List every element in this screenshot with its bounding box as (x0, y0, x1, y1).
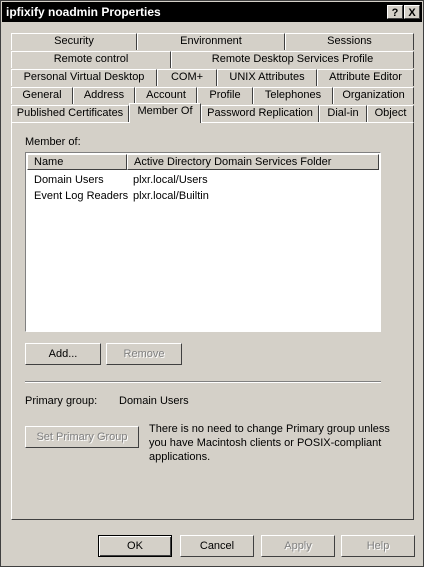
tab-label: Sessions (327, 35, 372, 47)
help-title-button[interactable]: ? (387, 5, 403, 19)
tab-attribute-editor[interactable]: Attribute Editor (317, 69, 414, 86)
primary-group-label: Primary group: (25, 395, 98, 407)
cancel-button[interactable]: Cancel (180, 535, 254, 557)
member-of-list[interactable]: Name Active Directory Domain Services Fo… (25, 152, 381, 332)
tab-label: Telephones (264, 89, 322, 101)
tab-label: Personal Virtual Desktop (23, 71, 145, 83)
tab-environment[interactable]: Environment (137, 33, 285, 50)
tab-label: Member Of (137, 105, 193, 117)
tab-telephones[interactable]: Telephones (253, 87, 333, 104)
tab-security[interactable]: Security (11, 33, 137, 50)
tab-organization[interactable]: Organization (333, 87, 414, 104)
group-folder: plxr.local/Users (133, 174, 208, 186)
tab-object[interactable]: Object (367, 105, 414, 122)
window-title: ipfixify noadmin Properties (6, 5, 161, 19)
primary-group-note-line1: There is no need to change Primary group… (149, 423, 390, 435)
list-item[interactable]: Domain Users plxr.local/Users (28, 173, 380, 189)
question-icon: ? (391, 7, 399, 19)
tab-label: UNIX Attributes (229, 71, 305, 83)
tab-label: Attribute Editor (329, 71, 402, 83)
tab-member-of[interactable]: Member Of (129, 103, 201, 123)
tab-sessions[interactable]: Sessions (285, 33, 414, 50)
tab-label: Environment (180, 35, 242, 47)
member-of-label: Member of: (25, 136, 81, 148)
column-header-folder[interactable]: Active Directory Domain Services Folder (127, 154, 379, 170)
tab-label: Address (83, 89, 125, 101)
tab-general[interactable]: General (11, 87, 73, 104)
tab-remote-desktop-services-profile[interactable]: Remote Desktop Services Profile (171, 51, 414, 68)
group-name: Domain Users (34, 174, 104, 186)
tab-label: Remote Desktop Services Profile (211, 53, 374, 65)
close-title-button[interactable]: X (404, 5, 420, 19)
add-button[interactable]: Add... (25, 343, 101, 365)
tab-profile[interactable]: Profile (197, 87, 253, 104)
tab-label: Security (54, 35, 94, 47)
primary-group-note-line3: applications. (149, 451, 211, 463)
properties-window: ipfixify noadmin Properties ? X Security… (0, 0, 424, 567)
primary-group-note-line2: you have Macintosh clients or POSIX-comp… (149, 437, 382, 449)
title-bar: ipfixify noadmin Properties ? X (2, 2, 422, 22)
tab-unix-attributes[interactable]: UNIX Attributes (217, 69, 317, 86)
column-header-label: Active Directory Domain Services Folder (134, 156, 332, 168)
divider (25, 381, 381, 383)
tab-personal-virtual-desktop[interactable]: Personal Virtual Desktop (11, 69, 157, 86)
close-icon: X (408, 7, 416, 19)
tab-address[interactable]: Address (73, 87, 135, 104)
tab-label: Organization (342, 89, 405, 101)
ok-button[interactable]: OK (98, 535, 172, 557)
column-header-name[interactable]: Name (27, 154, 127, 170)
tab-label: Password Replication (207, 107, 313, 119)
tab-published-certificates[interactable]: Published Certificates (11, 105, 129, 122)
list-item[interactable]: Event Log Readers plxr.local/Builtin (28, 189, 380, 205)
tab-label: Published Certificates (16, 107, 124, 119)
column-header-label: Name (34, 156, 64, 168)
tab-label: COM+ (170, 71, 204, 83)
tab-password-replication[interactable]: Password Replication (201, 105, 319, 122)
tab-label: Account (146, 89, 186, 101)
tab-label: General (22, 89, 62, 101)
tab-label: Dial-in (327, 107, 359, 119)
apply-button[interactable]: Apply (261, 535, 335, 557)
group-folder: plxr.local/Builtin (133, 190, 209, 202)
tab-label: Remote control (53, 53, 129, 65)
tab-remote-control[interactable]: Remote control (11, 51, 171, 68)
set-primary-group-button[interactable]: Set Primary Group (25, 426, 139, 448)
tab-dial-in[interactable]: Dial-in (319, 105, 367, 122)
help-button[interactable]: Help (341, 535, 415, 557)
remove-button[interactable]: Remove (106, 343, 182, 365)
primary-group-value: Domain Users (119, 395, 189, 407)
tab-account[interactable]: Account (135, 87, 197, 104)
tab-label: Object (374, 107, 407, 119)
tab-label: Profile (209, 89, 241, 101)
group-name: Event Log Readers (34, 190, 129, 202)
tab-com-plus[interactable]: COM+ (157, 69, 217, 86)
